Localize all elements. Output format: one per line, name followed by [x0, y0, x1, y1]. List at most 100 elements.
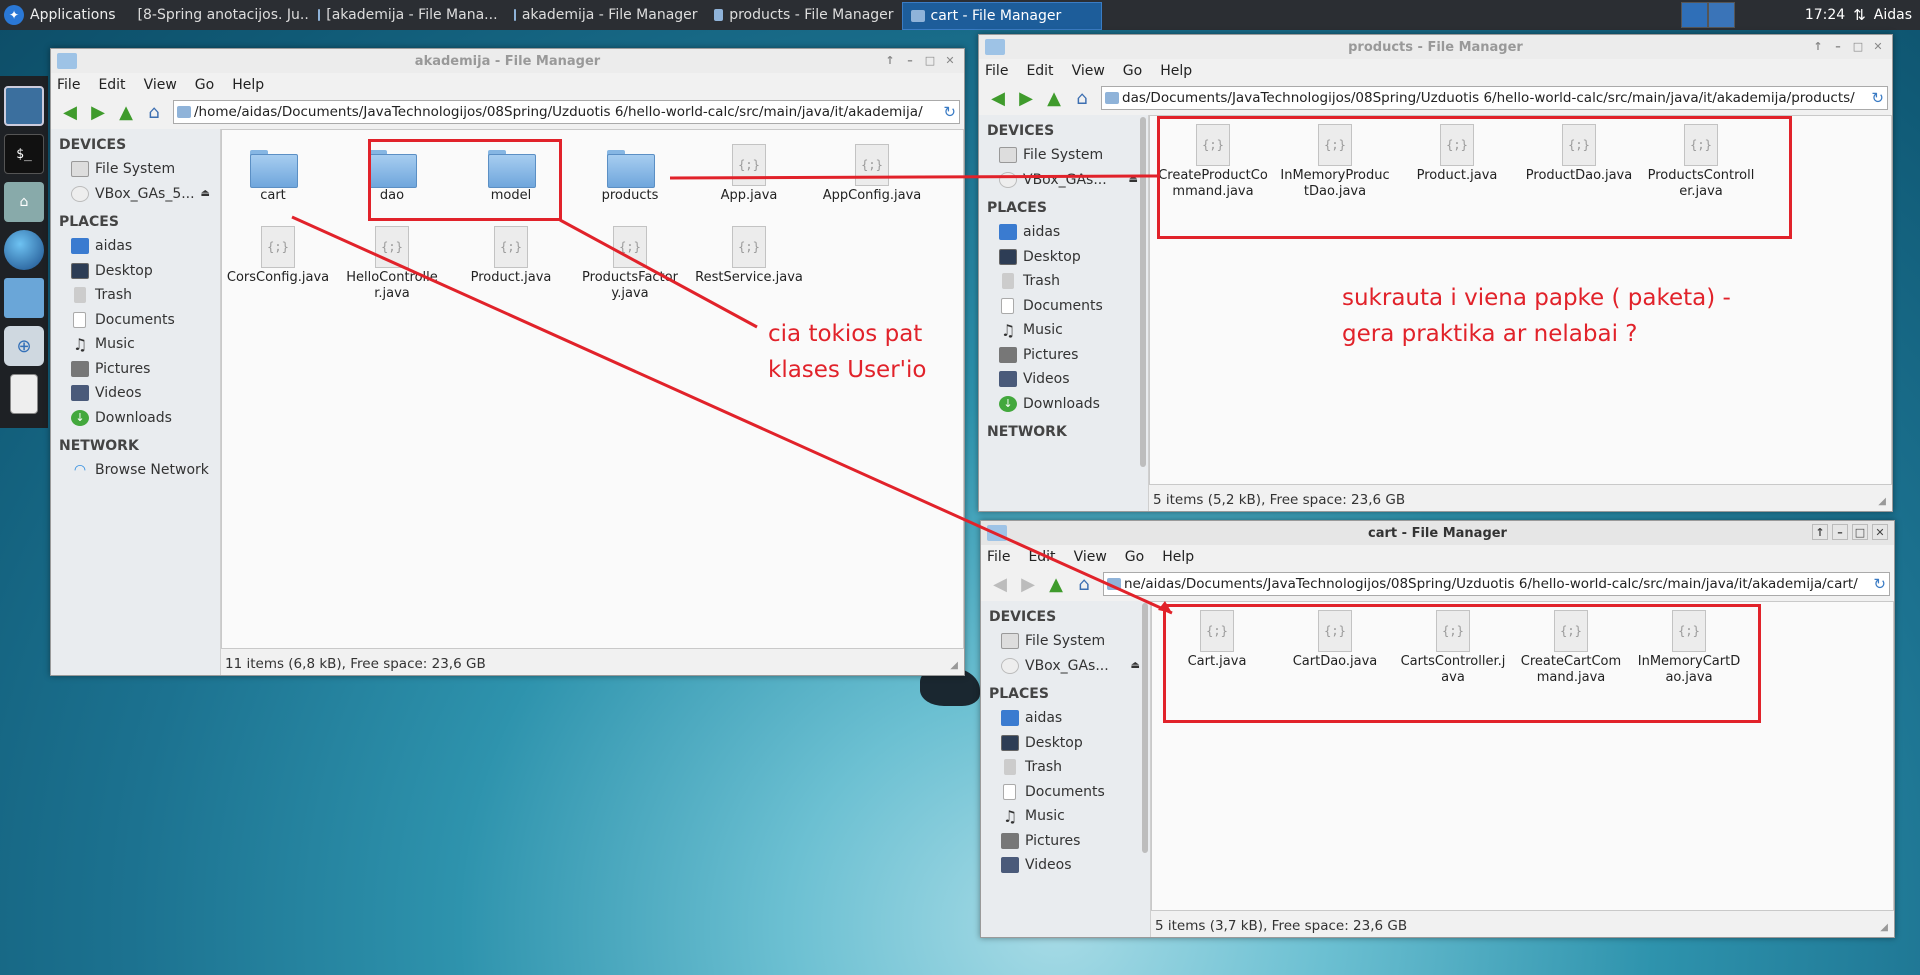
minimize-button[interactable]: –	[1832, 524, 1848, 540]
sidebar-item-music[interactable]: ♫ Music	[51, 332, 220, 357]
menu-go[interactable]: Go	[1125, 549, 1144, 565]
titlebar[interactable]: akademija - File Manager ↑ – □ ✕	[51, 49, 964, 73]
menu-help[interactable]: Help	[1162, 549, 1194, 565]
eject-icon[interactable]: ⏏	[1129, 174, 1138, 185]
file-manager-icon[interactable]	[4, 278, 44, 318]
task-browser[interactable]: [8-Spring anotacijos. Ju...	[124, 0, 310, 30]
show-desktop-icon[interactable]	[4, 86, 44, 126]
applications-menu[interactable]: ✦ Applications	[0, 0, 124, 30]
user-menu[interactable]: Aidas	[1874, 7, 1912, 23]
app-finder-icon[interactable]: ⊕	[4, 326, 44, 366]
file-view[interactable]: cart dao model products {;} App.java {;} A…	[221, 129, 964, 649]
file-view[interactable]: {;} Cart.java {;} CartDao.java {;} CartsCon…	[1151, 601, 1894, 911]
task-akademija-2[interactable]: akademija - File Manager	[506, 0, 706, 30]
file-createcartcommand-java[interactable]: {;} CreateCartCommand.java	[1518, 610, 1624, 686]
home-icon[interactable]: ⌂	[141, 100, 167, 124]
workspace-2[interactable]	[1707, 2, 1735, 28]
sidebar-item-music[interactable]: ♫ Music	[979, 318, 1148, 343]
sidebar-item-trash[interactable]: Trash	[51, 283, 220, 308]
location-bar[interactable]: das/Documents/JavaTechnologijos/08Spring…	[1101, 86, 1888, 110]
file-cartscontroller-java[interactable]: {;} CartsController.java	[1400, 610, 1506, 686]
forward-arrow-icon[interactable]: ▶	[1013, 86, 1039, 110]
removable-drive-icon[interactable]	[10, 374, 38, 414]
sidebar-item-music[interactable]: ♫ Music	[981, 804, 1150, 829]
reload-icon[interactable]: ↻	[1871, 89, 1884, 107]
close-button[interactable]: ✕	[942, 52, 958, 68]
menu-view[interactable]: View	[1074, 549, 1107, 565]
back-arrow-icon[interactable]: ◀	[985, 86, 1011, 110]
sidebar-item-trash[interactable]: Trash	[981, 755, 1150, 780]
folder-model[interactable]: model	[463, 144, 559, 204]
home-icon[interactable]: ⌂	[1069, 86, 1095, 110]
menu-file[interactable]: File	[985, 63, 1008, 79]
resize-grip-icon[interactable]: ◢	[1880, 922, 1888, 933]
close-button[interactable]: ✕	[1872, 524, 1888, 540]
home-folder-icon[interactable]: ⌂	[4, 182, 44, 222]
sidebar-item-browse-network[interactable]: ◠ Browse Network	[51, 458, 220, 483]
file-productdao-java[interactable]: {;} ProductDao.java	[1524, 124, 1634, 184]
forward-arrow-icon[interactable]: ▶	[85, 100, 111, 124]
up-arrow-icon[interactable]: ▲	[113, 100, 139, 124]
web-browser-icon[interactable]	[4, 230, 44, 270]
sidebar-item-pictures[interactable]: Pictures	[51, 357, 220, 382]
folder-products[interactable]: products	[582, 144, 678, 204]
back-arrow-icon[interactable]: ◀	[57, 100, 83, 124]
sidebar-item-desktop[interactable]: Desktop	[979, 245, 1148, 270]
menu-go[interactable]: Go	[195, 77, 214, 93]
sidebar-item-videos[interactable]: Videos	[979, 367, 1148, 392]
folder-cart[interactable]: cart	[225, 144, 321, 204]
sidebar-scrollbar[interactable]	[1142, 603, 1148, 853]
sidebar-item-trash[interactable]: Trash	[979, 269, 1148, 294]
sidebar-item-documents[interactable]: Documents	[981, 780, 1150, 805]
location-bar[interactable]: /home/aidas/Documents/JavaTechnologijos/…	[173, 100, 960, 124]
file-app-java[interactable]: {;} App.java	[701, 144, 797, 204]
maximize-button[interactable]: □	[922, 52, 938, 68]
file-product-java[interactable]: {;} Product.java	[463, 226, 559, 286]
sidebar-item-documents[interactable]: Documents	[979, 294, 1148, 319]
sidebar-item-pictures[interactable]: Pictures	[979, 343, 1148, 368]
titlebar[interactable]: products - File Manager ↑ – □ ✕	[979, 35, 1892, 59]
sidebar-item-file-system[interactable]: File System	[981, 629, 1150, 654]
file-inmemoryproductdao-java[interactable]: {;} InMemoryProductDao.java	[1280, 124, 1390, 200]
sidebar-item-aidas[interactable]: aidas	[981, 706, 1150, 731]
forward-arrow-icon[interactable]: ▶	[1015, 572, 1041, 596]
close-button[interactable]: ✕	[1870, 38, 1886, 54]
task-cart[interactable]: cart - File Manager	[901, 1, 1102, 30]
titlebar[interactable]: cart - File Manager ↑ – □ ✕	[981, 521, 1894, 545]
reload-icon[interactable]: ↻	[943, 103, 956, 121]
file-productsfactory-java[interactable]: {;} ProductsFactory.java	[582, 226, 678, 302]
sidebar-item-aidas[interactable]: aidas	[51, 234, 220, 259]
workspace-1[interactable]	[1680, 2, 1708, 28]
task-products[interactable]: products - File Manager	[706, 0, 902, 30]
sidebar-item-downloads[interactable]: ↓ Downloads	[979, 392, 1148, 417]
network-arrows-icon[interactable]: ⇅	[1853, 6, 1866, 24]
file-cartdao-java[interactable]: {;} CartDao.java	[1282, 610, 1388, 670]
clock[interactable]: 17:24	[1805, 7, 1845, 23]
maximize-button[interactable]: □	[1852, 524, 1868, 540]
menu-edit[interactable]: Edit	[98, 77, 125, 93]
minimize-button[interactable]: –	[1830, 38, 1846, 54]
file-corsconfig-java[interactable]: {;} CorsConfig.java	[225, 226, 331, 286]
sidebar-item-file-system[interactable]: File System	[51, 157, 220, 182]
location-bar[interactable]: ne/aidas/Documents/JavaTechnologijos/08S…	[1103, 572, 1890, 596]
file-restservice-java[interactable]: {;} RestService.java	[695, 226, 803, 286]
sidebar-item-videos[interactable]: Videos	[51, 381, 220, 406]
menu-edit[interactable]: Edit	[1026, 63, 1053, 79]
shade-button[interactable]: ↑	[1812, 524, 1828, 540]
menu-help[interactable]: Help	[232, 77, 264, 93]
up-arrow-icon[interactable]: ▲	[1041, 86, 1067, 110]
resize-grip-icon[interactable]: ◢	[950, 660, 958, 671]
file-appconfig-java[interactable]: {;} AppConfig.java	[820, 144, 924, 204]
terminal-icon[interactable]: $_	[4, 134, 44, 174]
home-icon[interactable]: ⌂	[1071, 572, 1097, 596]
sidebar-item-vbox[interactable]: VBox_GAs... ⏏	[981, 654, 1150, 679]
file-createproductcommand-java[interactable]: {;} CreateProductCommand.java	[1158, 124, 1268, 200]
up-arrow-icon[interactable]: ▲	[1043, 572, 1069, 596]
file-productscontroller-java[interactable]: {;} ProductsController.java	[1646, 124, 1756, 200]
workspace-switcher[interactable]	[1680, 2, 1735, 28]
menu-file[interactable]: File	[987, 549, 1010, 565]
sidebar-item-videos[interactable]: Videos	[981, 853, 1150, 878]
file-hellocontroller-java[interactable]: {;} HelloController.java	[344, 226, 440, 302]
sidebar-item-desktop[interactable]: Desktop	[51, 259, 220, 284]
sidebar-item-pictures[interactable]: Pictures	[981, 829, 1150, 854]
